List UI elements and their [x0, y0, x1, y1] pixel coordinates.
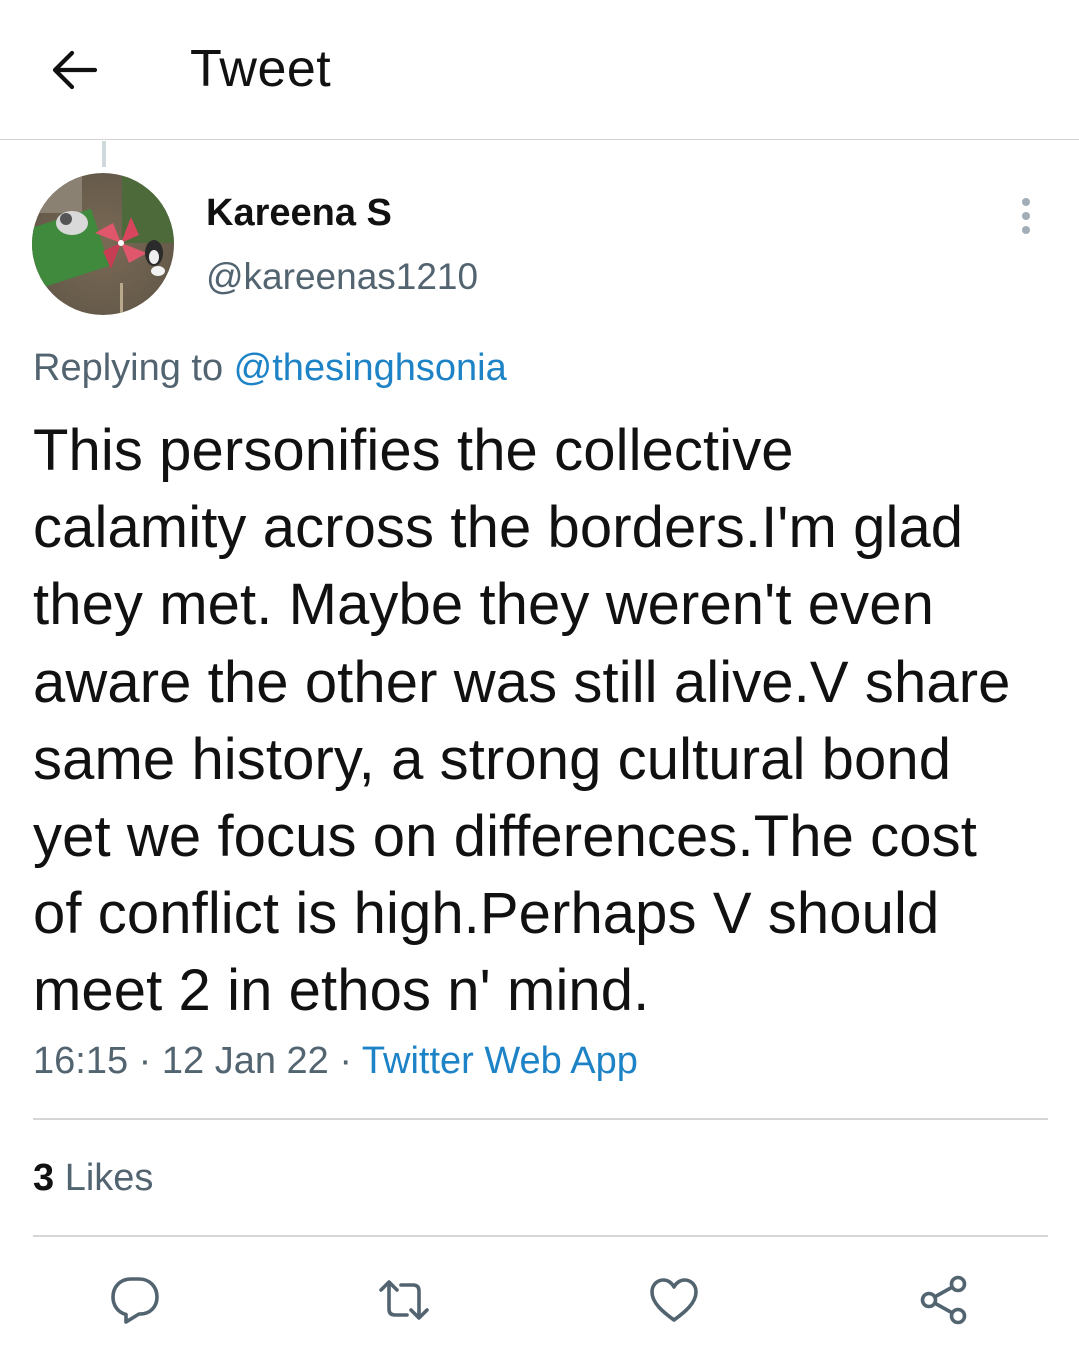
tweet-text-line: This personifies the collective — [33, 418, 794, 483]
likes-count: 3 — [33, 1157, 55, 1199]
likes-label: Likes — [54, 1157, 154, 1199]
replying-to-mention-link[interactable]: @thesinghsonia — [234, 347, 507, 389]
thread-connector-line — [102, 141, 106, 167]
tweet-source-link[interactable]: Twitter Web App — [362, 1040, 638, 1082]
tweet-time[interactable]: 16:15 — [33, 1040, 128, 1082]
top-bar: Tweet — [0, 0, 1079, 140]
author-handle[interactable]: @kareenas1210 — [206, 254, 478, 300]
tweet-text-line: of conflict is high.Perhaps V should — [33, 881, 940, 947]
back-button[interactable] — [46, 44, 102, 96]
replying-to: Replying to @thesinghsonia — [33, 345, 507, 391]
author-display-name[interactable]: Kareena S — [206, 190, 392, 236]
more-options-button[interactable] — [1008, 192, 1044, 240]
meta-separator: · — [328, 1040, 362, 1082]
divider — [33, 1235, 1048, 1237]
like-icon — [650, 1278, 698, 1322]
page-title: Tweet — [190, 40, 332, 98]
tweet-text-line: same history, a strong cultural bond — [33, 726, 952, 792]
tweet-text-line: they met. Maybe they weren't even — [33, 572, 934, 638]
reply-button[interactable] — [105, 1270, 165, 1330]
tweet-text: This personifies the collective calamity… — [33, 412, 1053, 1030]
divider — [33, 1118, 1048, 1120]
likes-count-link[interactable]: 3 Likes — [33, 1155, 153, 1201]
more-dot-icon — [1022, 212, 1030, 220]
retweet-button[interactable] — [374, 1270, 434, 1330]
replying-prefix: Replying to — [33, 347, 234, 389]
tweet-text-line: aware the other was still alive.V share — [33, 649, 1011, 715]
tweet-text-line: yet we focus on differences.The cost — [33, 804, 977, 870]
more-dot-icon — [1022, 226, 1030, 234]
meta-separator: · — [128, 1040, 162, 1082]
arrow-left-icon — [52, 50, 97, 90]
share-button[interactable] — [914, 1270, 974, 1330]
retweet-icon — [379, 1280, 429, 1320]
tweet-date[interactable]: 12 Jan 22 — [162, 1040, 329, 1082]
tweet-text-line: meet 2 in ethos n' mind. — [33, 958, 650, 1024]
avatar[interactable] — [32, 173, 174, 315]
reply-icon — [111, 1277, 159, 1324]
like-button[interactable] — [644, 1270, 704, 1330]
more-dot-icon — [1022, 198, 1030, 206]
avatar-image — [32, 173, 174, 315]
share-icon — [920, 1275, 967, 1325]
tweet-text-line: calamity across the borders.I'm glad — [33, 495, 964, 561]
tweet-metadata: 16:15 · 12 Jan 22 · Twitter Web App — [33, 1038, 638, 1084]
